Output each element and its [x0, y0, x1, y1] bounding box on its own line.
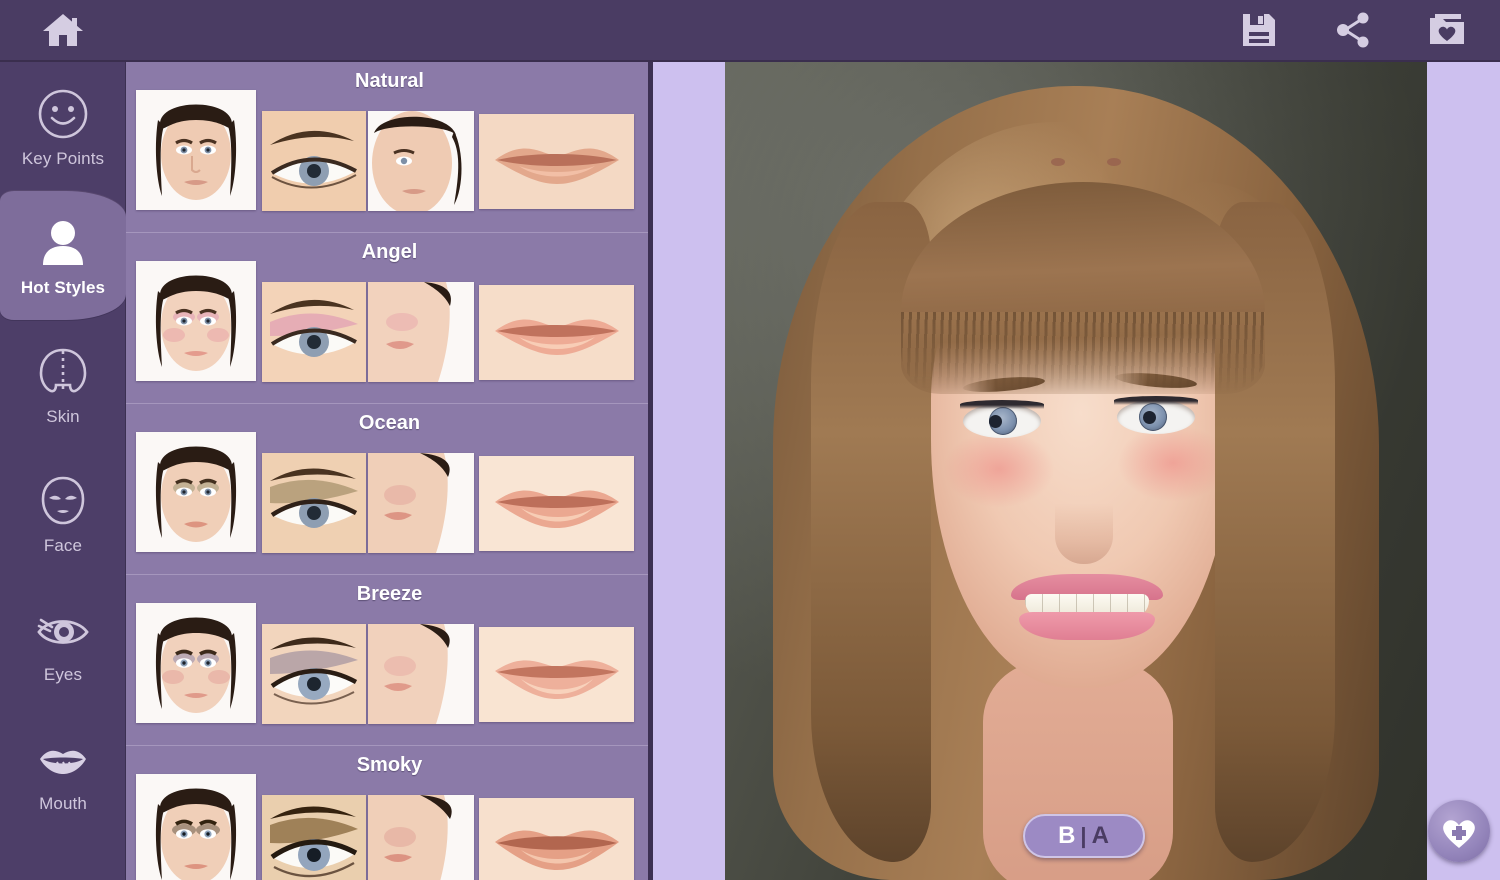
- heart-plus-icon: [1438, 811, 1480, 851]
- after-label: A: [1091, 822, 1110, 849]
- thumb-lips[interactable]: [479, 114, 634, 209]
- thumb-profile[interactable]: [368, 453, 474, 553]
- add-to-favorites-button[interactable]: [1428, 800, 1490, 862]
- share-icon: [1333, 10, 1373, 50]
- nostril-right: [1107, 158, 1121, 166]
- thumb-lips[interactable]: [479, 456, 634, 551]
- top-bar-actions: [1236, 7, 1500, 53]
- sidebar-item-label: Skin: [46, 406, 80, 426]
- face-outline-icon: [34, 472, 92, 530]
- sidebar: Key Points Hot Styles Skin Face Eyes Mou…: [0, 62, 126, 880]
- style-thumbnails: [136, 90, 634, 211]
- app-root: Key Points Hot Styles Skin Face Eyes Mou…: [0, 0, 1500, 880]
- before-after-toggle[interactable]: B | A: [1023, 814, 1145, 858]
- hot-styles-list[interactable]: Natural Angel Ocean Breeze Smoky: [126, 62, 653, 880]
- sidebar-item-key-points[interactable]: Key Points: [0, 62, 126, 191]
- sidebar-item-hot-styles[interactable]: Hot Styles: [0, 191, 126, 320]
- lips-icon: [34, 730, 92, 788]
- eyelash-right: [1114, 396, 1198, 405]
- sidebar-item-mouth[interactable]: Mouth: [0, 707, 126, 836]
- mouth: [1011, 574, 1163, 640]
- sidebar-item-label: Hot Styles: [20, 277, 106, 297]
- style-thumbnails: [136, 261, 634, 382]
- thumb-eye-closeup[interactable]: [262, 453, 366, 553]
- style-row-angel[interactable]: Angel: [126, 233, 653, 404]
- eye-right: [1117, 400, 1195, 434]
- before-label: B: [1058, 822, 1077, 849]
- eye-left: [963, 404, 1041, 438]
- folder-heart-icon: [1426, 10, 1468, 50]
- cheek-right: [1117, 424, 1229, 502]
- thumb-lips[interactable]: [479, 798, 634, 880]
- hot-styles-scroll[interactable]: Natural Angel Ocean Breeze Smoky: [126, 62, 653, 880]
- pupil-right: [1143, 411, 1156, 424]
- thumb-full-face[interactable]: [136, 261, 256, 381]
- portrait-image: [725, 62, 1427, 880]
- nose: [1055, 454, 1113, 564]
- thumb-eye-closeup[interactable]: [262, 282, 366, 382]
- home-icon: [40, 10, 86, 50]
- style-thumbnails: [136, 432, 634, 553]
- cheek-left: [943, 430, 1055, 508]
- style-row-ocean[interactable]: Ocean: [126, 404, 653, 575]
- sidebar-item-skin[interactable]: Skin: [0, 320, 126, 449]
- nostril-left: [1051, 158, 1065, 166]
- thumb-lips[interactable]: [479, 627, 634, 722]
- thumb-profile[interactable]: [368, 282, 474, 382]
- thumb-profile[interactable]: [368, 111, 474, 211]
- style-row-natural[interactable]: Natural: [126, 62, 653, 233]
- thumb-full-face[interactable]: [136, 603, 256, 723]
- save-button[interactable]: [1236, 7, 1282, 53]
- share-button[interactable]: [1330, 7, 1376, 53]
- thumb-profile[interactable]: [368, 795, 474, 880]
- edited-photo[interactable]: [725, 62, 1427, 880]
- pupil-left: [989, 415, 1002, 428]
- save-icon: [1239, 10, 1279, 50]
- home-button[interactable]: [0, 0, 126, 61]
- eyelash-left: [960, 400, 1044, 409]
- bangs-strands: [901, 312, 1265, 392]
- eye-icon: [34, 601, 92, 659]
- thumb-lips[interactable]: [479, 285, 634, 380]
- style-row-smoky[interactable]: Smoky: [126, 746, 653, 880]
- compare-separator: |: [1080, 823, 1088, 848]
- thumb-full-face[interactable]: [136, 90, 256, 210]
- lower-lip: [1019, 612, 1155, 640]
- style-thumbnails: [136, 603, 634, 724]
- favorites-folder-button[interactable]: [1424, 7, 1470, 53]
- thumb-profile[interactable]: [368, 624, 474, 724]
- sidebar-item-label: Mouth: [39, 793, 87, 813]
- thumb-full-face[interactable]: [136, 432, 256, 552]
- top-bar: [0, 0, 1500, 62]
- thumb-eye-closeup[interactable]: [262, 624, 366, 724]
- person-icon: [34, 214, 92, 272]
- thumb-eye-closeup[interactable]: [262, 795, 366, 880]
- style-row-breeze[interactable]: Breeze: [126, 575, 653, 746]
- sidebar-item-label: Face: [43, 535, 83, 555]
- smiley-face-icon: [34, 85, 92, 143]
- thumb-full-face[interactable]: [136, 774, 256, 880]
- thumb-eye-closeup[interactable]: [262, 111, 366, 211]
- head-outline-icon: [34, 343, 92, 401]
- sidebar-item-face[interactable]: Face: [0, 449, 126, 578]
- sidebar-item-eyes[interactable]: Eyes: [0, 578, 126, 707]
- sidebar-item-label: Eyes: [43, 664, 83, 684]
- sidebar-item-label: Key Points: [21, 148, 105, 168]
- photo-canvas[interactable]: B | A: [653, 62, 1500, 880]
- style-thumbnails: [136, 774, 634, 880]
